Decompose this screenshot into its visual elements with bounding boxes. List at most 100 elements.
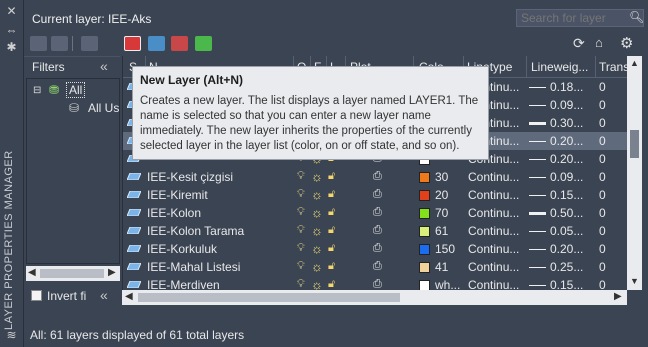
lightbulb-icon[interactable]: 💡︎ (297, 260, 305, 273)
layer-transparency[interactable]: 0 (599, 116, 625, 130)
scroll-left-icon[interactable]: ◀ (28, 267, 36, 278)
layer-lineweight[interactable]: 0.25... (550, 260, 594, 274)
lightbulb-icon[interactable]: 💡︎ (297, 206, 305, 219)
scroll-right-icon[interactable]: ▶ (108, 267, 116, 278)
layer-name[interactable]: IEE-Merdiven (147, 278, 293, 290)
color-swatch[interactable] (419, 172, 430, 183)
layer-name[interactable]: IEE-Kesit çizgisi (147, 170, 293, 184)
lightbulb-icon[interactable]: 💡︎ (297, 170, 305, 183)
unlock-icon[interactable]: 🔓︎ (328, 206, 335, 219)
printer-icon[interactable]: ⎙ (373, 260, 382, 273)
unlock-icon[interactable]: 🔓︎ (328, 242, 335, 255)
sun-icon[interactable]: ☼ (311, 205, 323, 220)
layer-row[interactable]: IEE-Kolon Tarama 💡︎ ☼ 🔓︎ ⎙ 61 Continu... 0.05..… (123, 222, 627, 240)
lightbulb-icon[interactable]: 💡︎ (297, 278, 305, 290)
gear-icon[interactable]: ⚙ (620, 34, 633, 52)
sun-icon[interactable]: ☼ (311, 241, 323, 256)
layer-row[interactable]: IEE-Kiremit 💡︎ ☼ 🔓︎ ⎙ 20 Continu... 0.15... 0 (123, 186, 627, 204)
layer-lineweight[interactable]: 0.09... (550, 98, 594, 112)
scroll-up-icon[interactable]: ▲ (630, 58, 639, 68)
auto-hide-icon[interactable]: ⇔ (5, 24, 18, 37)
layer-linetype[interactable]: Continu... (468, 260, 526, 274)
layer-lineweight[interactable]: 0.50... (550, 206, 594, 220)
layer-color[interactable]: 41 (435, 260, 463, 274)
sun-icon[interactable]: ☼ (311, 277, 323, 290)
new-layer-icon[interactable] (124, 36, 141, 51)
layer-color[interactable]: 30 (435, 170, 463, 184)
layer-linetype[interactable]: Continu... (468, 188, 526, 202)
layer-transparency[interactable]: 0 (599, 98, 625, 112)
printer-icon[interactable]: ⎙ (373, 188, 382, 201)
scroll-thumb[interactable] (630, 130, 639, 158)
color-swatch[interactable] (419, 208, 430, 219)
layer-linetype[interactable]: Continu... (468, 170, 526, 184)
new-layer-vp-frozen-icon[interactable] (148, 36, 165, 51)
column-lineweight[interactable]: Lineweig... (531, 60, 595, 74)
invert-filter-checkbox[interactable] (31, 290, 42, 301)
layer-lineweight[interactable]: 0.20... (550, 134, 594, 148)
refresh-icon[interactable]: ⟳ (573, 35, 585, 52)
layer-name[interactable]: IEE-Korkuluk (147, 242, 293, 256)
sun-icon[interactable]: ☼ (311, 259, 323, 274)
scroll-thumb[interactable] (138, 293, 400, 302)
color-swatch[interactable] (419, 244, 430, 255)
color-swatch[interactable] (419, 226, 430, 237)
layer-lineweight[interactable]: 0.09... (550, 170, 594, 184)
lightbulb-icon[interactable]: 💡︎ (297, 188, 305, 201)
layer-linetype[interactable]: Continu... (468, 224, 526, 238)
printer-icon[interactable]: ⎙ (373, 278, 382, 290)
printer-icon[interactable]: ⎙ (373, 224, 382, 237)
layer-transparency[interactable]: 0 (599, 188, 625, 202)
unlock-icon[interactable]: 🔓︎ (328, 224, 335, 237)
filter-all-used[interactable]: All Us (88, 101, 119, 115)
search-icon[interactable]: 🔍︎ (629, 10, 644, 24)
layer-color[interactable]: 150 (435, 242, 463, 256)
layer-row[interactable]: IEE-Kesit çizgisi 💡︎ ☼ 🔓︎ ⎙ 30 Continu... 0.09.… (123, 168, 627, 186)
layer-transparency[interactable]: 0 (599, 134, 625, 148)
properties-icon[interactable]: ✱ (5, 41, 18, 54)
layer-row[interactable]: IEE-Kolon 💡︎ ☼ 🔓︎ ⎙ 70 Continu... 0.50... 0 (123, 204, 627, 222)
layer-row[interactable]: IEE-Merdiven 💡︎ ☼ 🔓︎ ⎙ wh... Continu... 0.15...… (123, 276, 627, 290)
layer-color[interactable]: wh... (435, 278, 463, 290)
layer-transparency[interactable]: 0 (599, 152, 625, 166)
layer-color[interactable]: 20 (435, 188, 463, 202)
printer-icon[interactable]: ⎙ (373, 206, 382, 219)
layer-name[interactable]: IEE-Kiremit (147, 188, 293, 202)
layer-transparency[interactable]: 0 (599, 206, 625, 220)
layer-row[interactable]: IEE-Mahal Listesi 💡︎ ☼ 🔓︎ ⎙ 41 Continu... 0.25.… (123, 258, 627, 276)
scroll-thumb[interactable] (40, 269, 104, 278)
layer-transparency[interactable]: 0 (599, 260, 625, 274)
color-swatch[interactable] (419, 280, 430, 290)
layer-states-manager-icon[interactable] (81, 36, 98, 51)
sun-icon[interactable]: ☼ (311, 187, 323, 202)
layer-transparency[interactable]: 0 (599, 224, 625, 238)
collapse-filters-icon[interactable]: « (100, 58, 108, 74)
color-swatch[interactable] (419, 262, 430, 273)
layer-lineweight[interactable]: 0.15... (550, 278, 594, 290)
layer-linetype[interactable]: Continu... (468, 242, 526, 256)
close-icon[interactable]: ✕ (5, 5, 18, 18)
layer-lineweight[interactable]: 0.30... (550, 116, 594, 130)
unlock-icon[interactable]: 🔓︎ (328, 170, 335, 183)
vertical-scrollbar[interactable]: ▲ ▼ (627, 56, 642, 290)
layer-transparency[interactable]: 0 (599, 278, 625, 290)
new-group-filter-icon[interactable] (51, 36, 68, 51)
filter-all[interactable]: All (66, 82, 86, 98)
printer-icon[interactable]: ⎙ (373, 170, 382, 183)
layer-transparency[interactable]: 0 (599, 80, 625, 94)
layer-settings-icon[interactable]: ⌂ (595, 35, 603, 50)
printer-icon[interactable]: ⎙ (373, 242, 382, 255)
search-input[interactable] (516, 9, 644, 27)
set-current-icon[interactable] (195, 36, 212, 51)
lightbulb-icon[interactable]: 💡︎ (297, 242, 305, 255)
layer-row[interactable]: IEE-Korkuluk 💡︎ ☼ 🔓︎ ⎙ 150 Continu... 0.20... 0 (123, 240, 627, 258)
layer-lineweight[interactable]: 0.18... (550, 80, 594, 94)
layer-color[interactable]: 70 (435, 206, 463, 220)
scroll-down-icon[interactable]: ▼ (630, 276, 639, 286)
layer-color[interactable]: 61 (435, 224, 463, 238)
layer-name[interactable]: IEE-Kolon Tarama (147, 224, 293, 238)
scroll-left-icon[interactable]: ◀ (125, 291, 133, 302)
layer-linetype[interactable]: Continu... (468, 206, 526, 220)
delete-layer-icon[interactable] (171, 36, 188, 51)
tree-collapse-icon[interactable]: ⊟ (33, 85, 41, 96)
